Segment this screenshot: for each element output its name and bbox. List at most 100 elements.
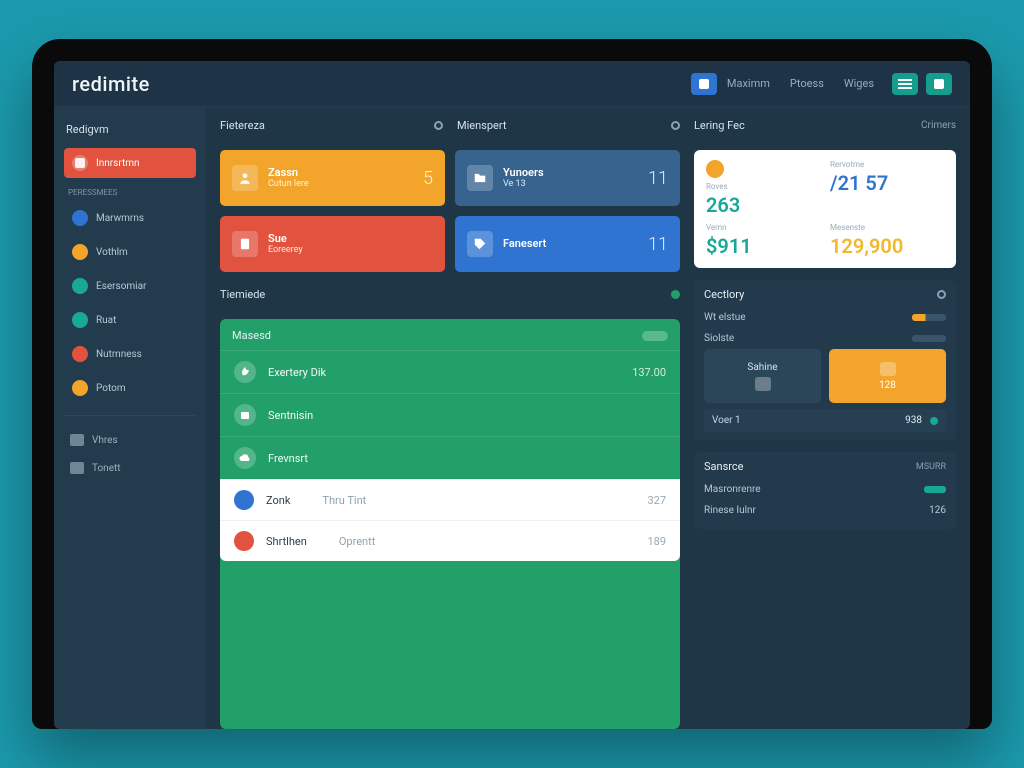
sidebar-item-2[interactable]: Vothlm <box>64 237 196 267</box>
section-head-b: Mienspert <box>457 119 680 132</box>
topbar: redimite Maximm Ptoess Wiges <box>54 61 970 107</box>
user-icon <box>232 165 258 191</box>
progress-bar <box>912 335 946 342</box>
category-card: Cectlory Wt elstue Siolste Sahine 128 Vo… <box>694 280 956 440</box>
doc-icon <box>232 231 258 257</box>
timeline-row-0[interactable]: Exertery Dik137.00 <box>220 350 680 393</box>
sidebar-item-3[interactable]: Esersomiar <box>64 271 196 301</box>
box-icon <box>234 404 256 426</box>
sidebar-item-6[interactable]: Potom <box>64 373 196 403</box>
menu-icon <box>898 79 912 89</box>
sidebar-subhead: PERESSMEES <box>68 188 192 197</box>
chart-icon <box>70 434 84 446</box>
dot-icon <box>72 346 88 362</box>
timeline-row-2[interactable]: Frevnsrt <box>220 436 680 479</box>
circle-icon <box>937 290 946 299</box>
sidebar-label: Vothlm <box>96 247 128 258</box>
sidebar-label: Marwmrns <box>96 213 144 224</box>
nav-link-1[interactable]: Ptoess <box>790 77 824 90</box>
sidebar-label: Potom <box>96 383 126 394</box>
sidebar-foot-0[interactable]: Vhres <box>64 428 196 452</box>
stat-3: Mesenste129,900 <box>830 223 944 258</box>
sidebar-item-0[interactable]: Innrsrtmn <box>64 148 196 178</box>
white-row-1[interactable]: ShrtlhenOprentt189 <box>220 520 680 561</box>
white-list: ZonkThru Tint327 ShrtlhenOprentt189 <box>220 479 680 561</box>
card-icon <box>70 462 84 474</box>
laptop-frame: redimite Maximm Ptoess Wiges Redigvm Inn… <box>32 39 992 729</box>
box-row-2[interactable]: Voer 1938 <box>704 409 946 432</box>
dot-icon <box>72 380 88 396</box>
tile-1[interactable]: SueEoreerey <box>220 216 445 272</box>
sidebar-label: Innrsrtmn <box>96 158 140 169</box>
col-right: Lering FecCrimers Roves263 Rervotme/21 5… <box>694 119 956 729</box>
dot-icon <box>72 210 88 226</box>
battery-icon <box>642 331 668 341</box>
split-boxes: Sahine 128 <box>704 349 946 403</box>
dot-icon <box>72 312 88 328</box>
col-left: Fietereza Mienspert ZassnCutun lere5 Yun… <box>220 119 680 729</box>
nav-link-0[interactable]: Maximm <box>727 77 770 90</box>
card-header: Cectlory <box>704 288 946 301</box>
stat-2: Vemn$911 <box>706 223 820 258</box>
app-screen: redimite Maximm Ptoess Wiges Redigvm Inn… <box>54 61 970 729</box>
card-header: SansrceMSURR <box>704 460 946 473</box>
flag-icon <box>699 79 709 89</box>
tile-3[interactable]: Fanesert11 <box>455 216 680 272</box>
circle-icon <box>434 121 443 130</box>
chat-icon <box>755 377 771 391</box>
dot-icon <box>234 531 254 551</box>
divider <box>64 415 196 416</box>
stat-card: Roves263 Rervotme/21 57 Vemn$911 Mesenst… <box>694 150 956 268</box>
sidebar-item-1[interactable]: Marwmrns <box>64 203 196 233</box>
action-link[interactable]: Crimers <box>921 120 956 131</box>
settings-card: SansrceMSURR Masronrenre Rinese Iulnr126 <box>694 452 956 529</box>
set-line-1[interactable]: Rinese Iulnr126 <box>704 500 946 521</box>
tag-icon <box>467 231 493 257</box>
sidebar-item-4[interactable]: Ruat <box>64 305 196 335</box>
notification-button[interactable] <box>691 73 717 95</box>
stat-1: Rervotme/21 57 <box>830 160 944 217</box>
panel-header: Masesd <box>220 329 680 350</box>
section-head-right: Lering FecCrimers <box>694 119 956 132</box>
dot-icon <box>72 244 88 260</box>
progress-bar <box>912 314 946 321</box>
box-0[interactable]: Sahine <box>704 349 821 403</box>
timeline-row-1[interactable]: Sentnisin <box>220 393 680 436</box>
section-head-a: Fietereza <box>220 119 443 132</box>
status-dot-icon <box>930 417 938 425</box>
dot-icon <box>72 278 88 294</box>
cloud-icon <box>234 447 256 469</box>
grid-icon <box>934 79 944 89</box>
sidebar: Redigvm Innrsrtmn PERESSMEES Marwmrns Vo… <box>54 107 206 729</box>
body: Redigvm Innrsrtmn PERESSMEES Marwmrns Vo… <box>54 107 970 729</box>
section-head-timeline: Tiemiede <box>220 288 680 301</box>
tile-0[interactable]: ZassnCutun lere5 <box>220 150 445 206</box>
toggle-icon[interactable] <box>924 486 946 493</box>
cat-line-1[interactable]: Siolste <box>704 328 946 349</box>
sidebar-item-5[interactable]: Nutmness <box>64 339 196 369</box>
leaf-icon <box>234 361 256 383</box>
nav-link-2[interactable]: Wiges <box>844 77 874 90</box>
menu-button[interactable] <box>892 73 918 95</box>
card-icon <box>880 362 896 376</box>
sidebar-label: Ruat <box>96 315 116 326</box>
circle-icon <box>671 121 680 130</box>
dot-icon <box>234 490 254 510</box>
folder-icon <box>72 155 88 171</box>
app-logo: redimite <box>72 72 150 96</box>
circle-icon <box>671 290 680 299</box>
apps-button[interactable] <box>926 73 952 95</box>
white-row-0[interactable]: ZonkThru Tint327 <box>220 479 680 520</box>
stat-0: Roves263 <box>706 160 820 217</box>
sidebar-label: Nutmness <box>96 349 142 360</box>
sidebar-label: Esersomiar <box>96 281 146 292</box>
tile-grid: ZassnCutun lere5 YunoersVe 1311 SueEoree… <box>220 150 680 272</box>
box-1[interactable]: 128 <box>829 349 946 403</box>
coin-icon <box>706 160 724 178</box>
folder-icon <box>467 165 493 191</box>
cat-line-0[interactable]: Wt elstue <box>704 307 946 328</box>
sidebar-foot-1[interactable]: Tonett <box>64 456 196 480</box>
sidebar-title: Redigvm <box>66 123 194 136</box>
tile-2[interactable]: YunoersVe 1311 <box>455 150 680 206</box>
set-line-0[interactable]: Masronrenre <box>704 479 946 500</box>
